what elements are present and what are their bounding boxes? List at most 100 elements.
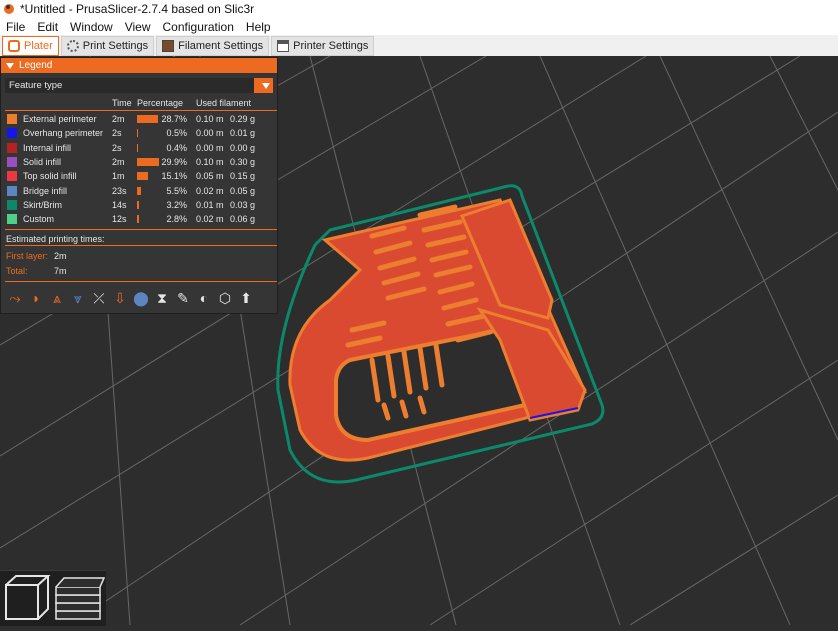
seams-icon[interactable]: ⤫ <box>89 288 109 308</box>
pause-prints-icon[interactable]: ⧗ <box>152 288 172 308</box>
feature-row[interactable]: Solid infill 2m 29.9% 0.10 m 0.30 g <box>1 155 279 169</box>
col-percentage: Percentage <box>137 98 184 108</box>
percentage-bar <box>137 157 159 166</box>
percentage-bar <box>137 186 141 195</box>
feature-weight: 0.06 g <box>230 214 256 225</box>
legend-divider <box>5 281 277 282</box>
percentage-bar <box>137 115 158 123</box>
feature-weight: 0.15 g <box>230 171 256 182</box>
color-swatch <box>7 171 17 182</box>
color-changes-icon[interactable]: ⬤ <box>131 288 151 308</box>
feature-name: Overhang perimeter <box>23 128 104 139</box>
menu-window[interactable]: Window <box>64 20 119 34</box>
feature-length: 0.05 m <box>196 171 224 182</box>
feature-time: 12s <box>112 214 127 225</box>
feature-percentage: 2.8% <box>166 214 187 225</box>
feature-length: 0.02 m <box>196 185 224 196</box>
feature-weight: 0.05 g <box>230 185 256 196</box>
view-type-select[interactable]: Feature type <box>5 78 273 93</box>
feature-time: 2s <box>112 128 122 139</box>
feature-row[interactable]: Skirt/Brim 14s 3.2% 0.01 m 0.03 g <box>1 198 279 212</box>
feature-name: External perimeter <box>23 114 97 124</box>
estimated-times-label: Estimated printing times: <box>6 234 105 244</box>
tab-filament-settings[interactable]: Filament Settings <box>156 35 270 56</box>
total-label: Total: <box>6 266 28 276</box>
3d-view-icon[interactable] <box>5 575 51 620</box>
feature-percentage: 5.5% <box>166 185 187 196</box>
legend-divider <box>5 110 277 111</box>
feature-row[interactable]: External perimeter 2m 28.7% 0.10 m 0.29 g <box>1 112 279 126</box>
feature-time: 2s <box>112 142 122 153</box>
feature-row[interactable]: Custom 12s 2.8% 0.02 m 0.06 g <box>1 212 279 226</box>
feature-name: Solid infill <box>23 156 62 167</box>
percentage-bar <box>137 143 138 152</box>
tab-printer-settings[interactable]: Printer Settings <box>271 35 375 56</box>
color-swatch <box>7 114 17 124</box>
feature-percentage: 29.9% <box>161 156 187 167</box>
feature-name: Bridge infill <box>23 185 68 196</box>
feature-row[interactable]: Overhang perimeter 2s 0.5% 0.00 m 0.01 g <box>1 126 279 140</box>
feature-name: Custom <box>23 214 55 225</box>
feature-time: 2m <box>112 156 125 167</box>
legend-divider <box>5 229 277 230</box>
percentage-bar <box>137 215 139 224</box>
feature-length: 0.00 m <box>196 142 224 153</box>
feature-percentage: 0.5% <box>166 128 187 139</box>
feature-percentage: 28.7% <box>161 114 187 124</box>
dropdown-arrow-icon[interactable] <box>254 78 273 93</box>
view-type-value: Feature type <box>9 80 63 91</box>
menu-configuration[interactable]: Configuration <box>157 20 240 34</box>
tab-printer-settings-label: Printer Settings <box>293 39 369 52</box>
title-bar: *Untitled - PrusaSlicer-2.7.4 based on S… <box>0 0 838 18</box>
feature-weight: 0.29 g <box>230 114 256 124</box>
tool-marker-icon[interactable]: ⬆ <box>236 288 256 308</box>
feature-length: 0.02 m <box>196 214 224 225</box>
collapse-triangle-icon[interactable] <box>6 62 14 69</box>
deretractions-icon[interactable]: ⩔ <box>68 288 88 308</box>
feature-length: 0.00 m <box>196 128 224 139</box>
color-swatch <box>7 142 17 153</box>
feature-time: 1m <box>112 171 125 182</box>
feature-row[interactable]: Internal infill 2s 0.4% 0.00 m 0.00 g <box>1 141 279 155</box>
feature-weight: 0.30 g <box>230 156 256 167</box>
tab-plater-label: Plater <box>24 39 53 52</box>
feature-name: Top solid infill <box>23 171 77 182</box>
tab-bar: Plater Print Settings Filament Settings … <box>0 35 838 57</box>
tab-print-settings[interactable]: Print Settings <box>60 35 155 56</box>
tool-changes-icon[interactable]: ⇩ <box>110 288 130 308</box>
menu-help[interactable]: Help <box>240 20 277 34</box>
retractions-icon[interactable]: ⩓ <box>47 288 67 308</box>
tab-filament-settings-label: Filament Settings <box>178 39 264 52</box>
prusaslicer-logo-icon <box>4 4 14 14</box>
total-value: 7m <box>54 266 67 276</box>
feature-percentage: 0.4% <box>166 142 187 153</box>
feature-name: Internal infill <box>23 142 72 153</box>
menu-view[interactable]: View <box>119 20 157 34</box>
plater-icon <box>8 39 20 52</box>
legend-panel: Legend Feature type Time Percentage Used… <box>0 57 278 314</box>
color-swatch <box>7 199 17 210</box>
layers-view-icon[interactable] <box>55 577 106 620</box>
feature-row[interactable]: Top solid infill 1m 15.1% 0.05 m 0.15 g <box>1 169 279 183</box>
color-swatch <box>7 156 17 167</box>
feature-time: 23s <box>112 185 127 196</box>
shells-icon[interactable]: ⬡ <box>215 288 235 308</box>
menu-file[interactable]: File <box>0 20 31 34</box>
col-used-filament: Used filament <box>196 98 252 108</box>
feature-length: 0.10 m <box>196 114 224 124</box>
feature-row[interactable]: Bridge infill 23s 5.5% 0.02 m 0.05 g <box>1 184 279 198</box>
feature-length: 0.10 m <box>196 156 224 167</box>
wipe-icon[interactable]: ◗ <box>26 288 46 308</box>
feature-time: 14s <box>112 199 127 210</box>
feature-name: Skirt/Brim <box>23 199 62 210</box>
feature-weight: 0.01 g <box>230 128 256 139</box>
gear-icon <box>66 39 79 52</box>
center-of-gravity-icon[interactable]: ◐ <box>194 288 214 308</box>
travel-icon[interactable]: ⤳ <box>5 288 25 308</box>
menu-edit[interactable]: Edit <box>31 20 64 34</box>
tab-plater[interactable]: Plater <box>2 35 59 56</box>
custom-gcode-icon[interactable]: ✎ <box>173 288 193 308</box>
legend-divider <box>5 245 277 246</box>
color-swatch <box>7 214 17 225</box>
legend-header[interactable]: Legend <box>1 58 277 73</box>
